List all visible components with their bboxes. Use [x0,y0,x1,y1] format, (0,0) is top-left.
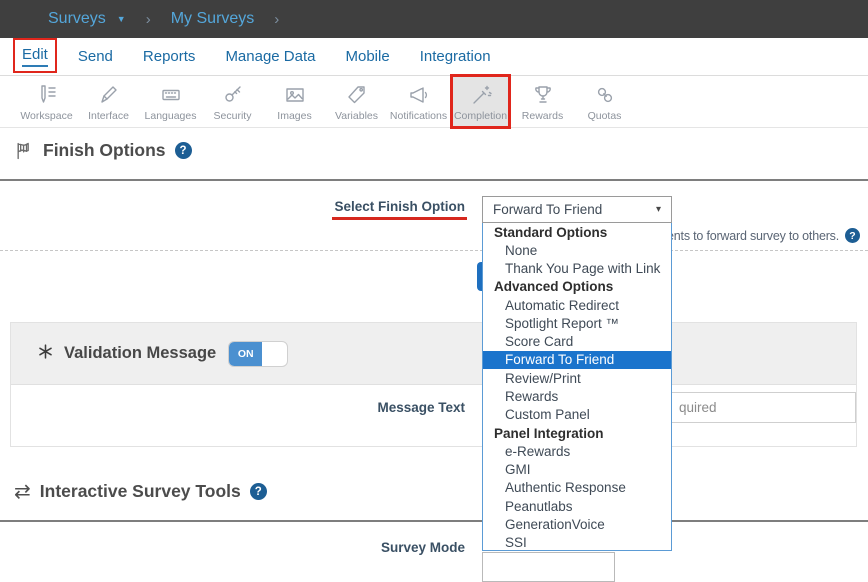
dropdown-option[interactable]: Advanced Options [483,278,671,296]
toolbar-item-quotas[interactable]: Quotas [576,76,633,127]
tag-icon [345,82,369,108]
finish-flag-icon [14,141,34,161]
finish-option-dropdown-list: Standard Options None Thank You Page wit… [482,222,672,551]
breadcrumb-separator-icon: › [274,11,279,28]
help-icon[interactable]: ? [845,228,860,243]
dropdown-option-label: SSI [505,535,527,550]
validation-message-header: Validation Message ON [11,323,856,385]
select-caret-icon: ▾ [656,204,661,215]
breadcrumb-my-surveys[interactable]: My Surveys [171,10,255,28]
dropdown-option[interactable]: Score Card [483,333,671,351]
survey-mode-select[interactable] [482,552,615,582]
keyboard-icon [159,82,183,108]
dropdown-option[interactable]: Rewards [483,387,671,405]
magic-wand-icon [469,82,493,108]
dropdown-option[interactable]: Standard Options [483,223,671,241]
dropdown-option[interactable]: Authentic Response [483,479,671,497]
dropdown-option[interactable]: None [483,241,671,259]
validation-message-panel: Validation Message ON [10,322,857,447]
menu-tab-manage-data[interactable]: Manage Data [225,48,315,65]
toolbar-item-variables[interactable]: Variables [328,76,385,127]
toolbar-item-interface[interactable]: Interface [80,76,137,127]
section-title: Finish Options [43,140,166,161]
asterisk-icon [37,343,54,365]
dropdown-option[interactable]: Thank You Page with Link [483,260,671,278]
finish-option-description: ents to forward survey to others. ? [667,228,860,243]
dropdown-option-label: e-Rewards [505,444,570,459]
dashed-divider [0,250,868,251]
edit-toolbar: Workspace Interface Languages Security I… [0,76,868,128]
chain-links-icon [593,82,617,108]
dropdown-option[interactable]: GenerationVoice [483,515,671,533]
interactive-tools-heading: ⇄ Interactive Survey Tools ? [14,479,267,504]
finish-option-select[interactable]: Forward To Friend ▾ [482,196,672,223]
toolbar-item-workspace[interactable]: Workspace [18,76,75,127]
dropdown-option-label: Panel Integration [494,426,604,441]
panel-title: Validation Message [64,344,216,363]
section-divider [0,520,868,522]
dropdown-option-label: GenerationVoice [505,517,605,532]
dropdown-option[interactable]: Automatic Redirect [483,296,671,314]
menu-tab-integration[interactable]: Integration [420,48,491,65]
section-title: Interactive Survey Tools [40,481,241,502]
help-icon[interactable]: ? [250,483,267,500]
dropdown-option[interactable]: GMI [483,460,671,478]
main-menu-bar: Edit Send Reports Manage Data Mobile Int… [0,38,868,76]
dropdown-option-label: Peanutlabs [505,499,573,514]
dropdown-option-label: Thank You Page with Link [505,261,660,276]
breadcrumb-separator-icon: › [146,11,151,28]
dropdown-option-label: Forward To Friend [505,352,614,367]
dropdown-option-label: Custom Panel [505,407,590,422]
dropdown-option[interactable]: Spotlight Report ™ [483,314,671,332]
image-icon [283,82,307,108]
toolbar-item-security[interactable]: Security [204,76,261,127]
select-finish-option-label: Select Finish Option [330,199,465,214]
validation-toggle[interactable]: ON [228,341,288,367]
chevron-down-icon[interactable]: ▼ [117,14,126,24]
toolbar-item-notifications[interactable]: Notifications [390,76,447,127]
dropdown-option[interactable]: Forward To Friend [483,351,671,369]
dropdown-option[interactable]: SSI [483,534,671,551]
dropdown-option[interactable]: Review/Print [483,369,671,387]
top-navigation-bar: Surveys ▼ › My Surveys › [0,0,868,38]
menu-tab-send[interactable]: Send [78,48,113,65]
dropdown-option-label: Spotlight Report ™ [505,316,619,331]
dropdown-option-label: Automatic Redirect [505,298,619,313]
pen-icon [97,82,121,108]
toolbar-item-rewards[interactable]: Rewards [514,76,571,127]
survey-mode-label: Survey Mode [330,540,465,555]
menu-tab-reports[interactable]: Reports [143,48,196,65]
menu-tab-label: Edit [22,46,48,67]
dropdown-option-label: Review/Print [505,371,581,386]
trophy-icon [531,82,555,108]
section-divider [0,179,868,181]
swap-arrows-icon: ⇄ [14,479,31,504]
description-text: ents to forward survey to others. [667,229,839,243]
toggle-on-label: ON [229,342,262,366]
toolbar-item-languages[interactable]: Languages [142,76,199,127]
finish-option-selected-value: Forward To Friend [493,202,602,217]
breadcrumb-surveys[interactable]: Surveys [48,10,106,28]
dropdown-option-label: None [505,243,537,258]
dropdown-option-label: Authentic Response [505,480,626,495]
help-icon[interactable]: ? [175,142,192,159]
menu-tab-mobile[interactable]: Mobile [346,48,390,65]
message-text-label: Message Text [330,400,465,415]
dropdown-option[interactable]: e-Rewards [483,442,671,460]
pencil-list-icon [35,82,59,108]
megaphone-icon [407,82,431,108]
dropdown-option[interactable]: Panel Integration [483,424,671,442]
key-icon [221,82,245,108]
dropdown-option-label: Advanced Options [494,279,613,294]
dropdown-option-label: Score Card [505,334,573,349]
toolbar-item-completion[interactable]: Completion [452,76,509,127]
dropdown-option[interactable]: Custom Panel [483,406,671,424]
dropdown-option-label: GMI [505,462,531,477]
menu-tab-edit[interactable]: Edit [22,46,48,67]
toolbar-item-images[interactable]: Images [266,76,323,127]
dropdown-option[interactable]: Peanutlabs [483,497,671,515]
dropdown-option-label: Standard Options [494,225,607,240]
dropdown-option-label: Rewards [505,389,558,404]
finish-options-heading: Finish Options ? [14,140,192,161]
